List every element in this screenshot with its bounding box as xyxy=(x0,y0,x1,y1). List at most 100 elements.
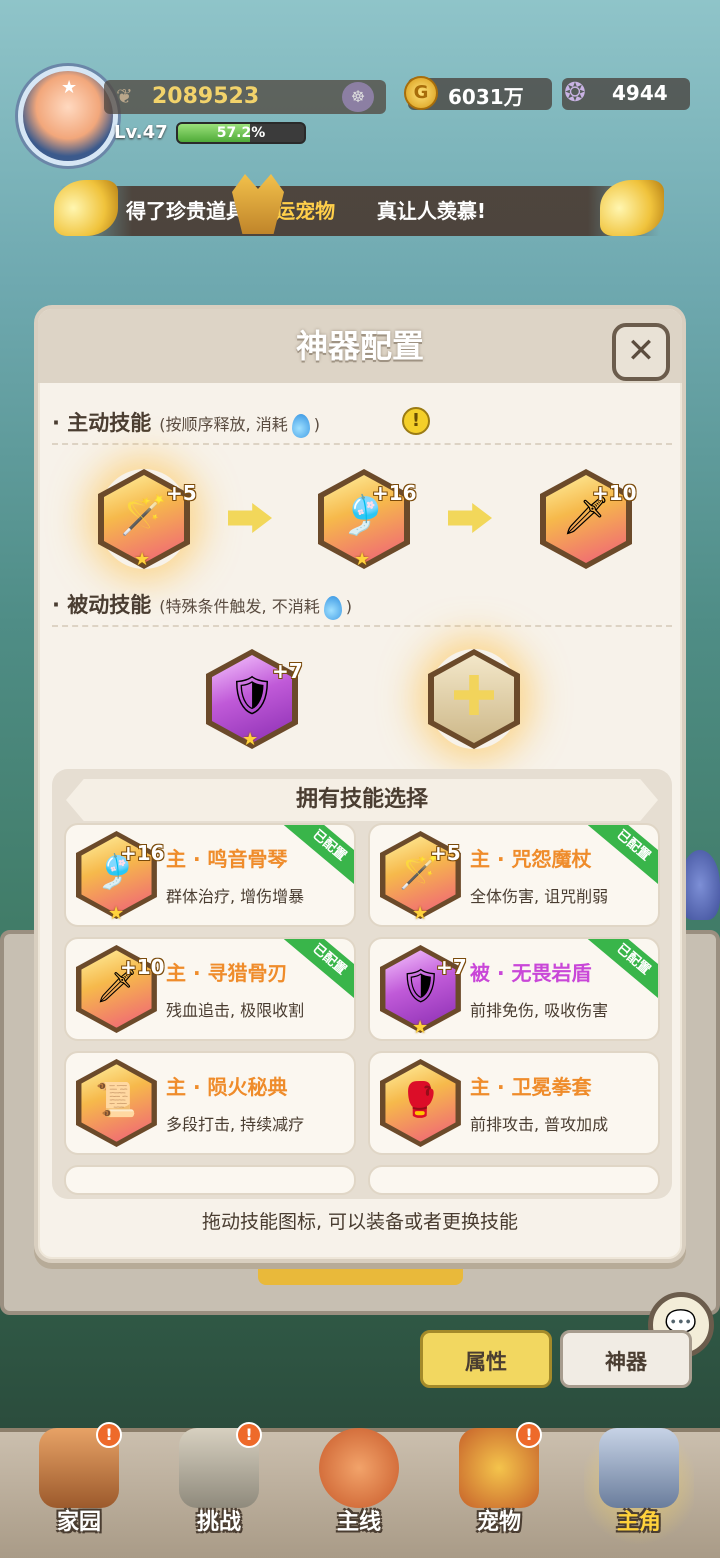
skill-card-name: 主 · 寻猎骨刃 xyxy=(166,961,288,985)
skill-card-desc: 全体伤害, 诅咒削弱 xyxy=(470,887,609,906)
configured-badge: 已配置 xyxy=(278,939,354,1006)
nav-label: 家园 xyxy=(56,1510,101,1535)
announcement-banner: 得了珍贵道具[幸运宠物 真让人羡慕! xyxy=(60,186,660,236)
book-icon: 📜 xyxy=(95,1080,138,1119)
skill-card-name: 主 · 陨火秘典 xyxy=(166,1075,288,1099)
configured-badge: 已配置 xyxy=(582,825,658,892)
shell-value: 4944 xyxy=(612,81,668,105)
exp-display: ❦ 2089523 ☸ xyxy=(104,80,386,114)
star-icon: ★ xyxy=(242,729,259,750)
gauntlet-icon: 🥊 xyxy=(399,1080,442,1119)
shell-currency[interactable]: ❂ 4944 xyxy=(562,78,690,110)
active-skill-2-level: +16 xyxy=(372,481,417,505)
side-character xyxy=(680,850,720,920)
star-icon: ★ xyxy=(134,549,151,570)
alert-badge: ! xyxy=(516,1422,542,1448)
passive-skill-1-level: +7 xyxy=(272,659,303,683)
skill-card-level: +10 xyxy=(120,955,165,979)
skill-card[interactable]: 🪄 +5 ★ 主 · 咒怨魔杖 全体伤害, 诅咒削弱 已配置 xyxy=(368,823,660,927)
skill-card[interactable]: 🎐 +16 ★ 主 · 鸣音骨琴 群体治疗, 增伤增暴 已配置 xyxy=(64,823,356,927)
player-level: Lv.47 xyxy=(114,122,168,143)
nav-hero[interactable]: 主角 xyxy=(584,1420,694,1550)
nav-main-story[interactable]: 主线 xyxy=(304,1420,414,1550)
nav-label: 主角 xyxy=(616,1510,661,1535)
skill-card[interactable]: 🥊 主 · 卫冕拳套 前排攻击, 普攻加成 xyxy=(368,1051,660,1155)
active-skills-subtitle-end: ) xyxy=(313,415,320,434)
dialog-title: 神器配置 xyxy=(295,327,424,365)
star-icon: ★ xyxy=(412,1017,429,1038)
active-skills-subtitle: (按顺序释放, 消耗 xyxy=(159,415,288,434)
active-skill-3-level: +10 xyxy=(592,481,637,505)
skill-card-name: 主 · 卫冕拳套 xyxy=(470,1075,592,1099)
skill-card-partial[interactable] xyxy=(368,1165,660,1195)
warning-glyph: ! xyxy=(411,410,421,431)
alert-badge: ! xyxy=(236,1422,262,1448)
star-icon: ★ xyxy=(354,549,371,570)
shell-icon: ❂ xyxy=(564,78,586,108)
water-drop-icon xyxy=(323,595,342,620)
skill-card-desc: 残血追击, 极限收割 xyxy=(166,1001,305,1020)
skill-card-desc: 前排攻击, 普攻加成 xyxy=(470,1115,609,1134)
active-skills-heading: · 主动技能 (按顺序释放, 消耗) xyxy=(52,407,320,438)
skill-card-partial[interactable] xyxy=(64,1165,356,1195)
divider xyxy=(52,625,672,627)
skill-card-level: +16 xyxy=(120,841,165,865)
nav-home[interactable]: ! 家园 xyxy=(24,1420,134,1550)
horn-right-icon xyxy=(600,180,664,236)
banner-text-before: 得了珍贵道具 xyxy=(126,199,246,223)
level-progress-bar: 57.2% xyxy=(176,122,306,144)
skill-card-level: +5 xyxy=(430,841,461,865)
staff-icon: 🪄 xyxy=(120,493,168,537)
water-drop-icon xyxy=(291,413,310,438)
active-skill-1-level: +5 xyxy=(166,481,197,505)
gold-value: 6031万 xyxy=(448,85,524,109)
star-icon: ★ xyxy=(412,903,429,924)
skill-card-level: +7 xyxy=(436,955,467,979)
active-skills-title: 主动技能 xyxy=(67,411,152,435)
nav-label: 宠物 xyxy=(476,1510,521,1535)
skill-card-name: 被 · 无畏岩盾 xyxy=(470,961,592,985)
nav-pets[interactable]: ! 宠物 xyxy=(444,1420,554,1550)
banner-text-after: 真让人羡慕! xyxy=(376,199,487,223)
tab-artifact[interactable]: 神器 xyxy=(560,1330,692,1388)
skill-card-icon: 🥊 xyxy=(380,1059,461,1147)
skill-card-desc: 多段打击, 持续减疗 xyxy=(166,1115,305,1134)
passive-skills-subtitle: (特殊条件触发, 不消耗 xyxy=(159,597,320,616)
passive-skills-subtitle-end: ) xyxy=(345,597,352,616)
level-progress-text: 57.2% xyxy=(216,125,266,141)
avatar-star-icon: ★ xyxy=(61,77,78,98)
skill-card-icon: 📜 xyxy=(76,1059,157,1147)
tab-attributes[interactable]: 属性 xyxy=(420,1330,552,1388)
close-icon: ✕ xyxy=(626,331,656,371)
main-story-icon xyxy=(319,1428,399,1508)
close-button[interactable]: ✕ xyxy=(612,323,670,381)
configured-badge: 已配置 xyxy=(582,939,658,1006)
alert-badge: ! xyxy=(96,1422,122,1448)
skill-card-name: 主 · 咒怨魔杖 xyxy=(470,847,592,871)
divider xyxy=(52,443,672,445)
owned-skills-list[interactable]: 🎐 +16 ★ 主 · 鸣音骨琴 群体治疗, 增伤增暴 已配置 🪄 +5 ★ 主… xyxy=(64,823,660,1195)
passive-skills-heading: · 被动技能 (特殊条件触发, 不消耗) xyxy=(52,589,352,620)
info-warning-icon[interactable]: ! xyxy=(402,407,430,435)
configured-badge: 已配置 xyxy=(278,825,354,892)
arrow-right-icon xyxy=(228,503,272,533)
skill-card[interactable]: 🛡 +7 ★ 被 · 无畏岩盾 前排免伤, 吸收伤害 已配置 xyxy=(368,937,660,1041)
skill-card-desc: 群体治疗, 增伤增暴 xyxy=(166,887,305,906)
horn-left-icon xyxy=(54,180,118,236)
owned-skills-title: 拥有技能选择 xyxy=(66,779,658,821)
skill-card-desc: 前排免伤, 吸收伤害 xyxy=(470,1001,609,1020)
gold-currency[interactable]: G 6031万 xyxy=(404,76,552,110)
nav-label: 挑战 xyxy=(196,1510,241,1535)
player-avatar[interactable]: ★ xyxy=(18,66,118,166)
passive-skills-title: 被动技能 xyxy=(67,593,152,617)
skill-card-name: 主 · 鸣音骨琴 xyxy=(166,847,288,871)
owned-skills-panel: 拥有技能选择 🎐 +16 ★ 主 · 鸣音骨琴 群体治疗, 增伤增暴 已配置 🪄… xyxy=(52,769,672,1199)
nav-challenge[interactable]: ! 挑战 xyxy=(164,1420,274,1550)
skill-card[interactable]: 📜 主 · 陨火秘典 多段打击, 持续减疗 xyxy=(64,1051,356,1155)
guild-emblem-icon[interactable]: ☸ xyxy=(342,82,374,112)
gold-coin-icon: G xyxy=(404,76,438,110)
skill-card[interactable]: 🗡 +10 主 · 寻猎骨刃 残血追击, 极限收割 已配置 xyxy=(64,937,356,1041)
arrow-right-icon xyxy=(448,503,492,533)
shield-icon: 🛡 xyxy=(228,673,277,717)
nav-label: 主线 xyxy=(336,1510,381,1535)
